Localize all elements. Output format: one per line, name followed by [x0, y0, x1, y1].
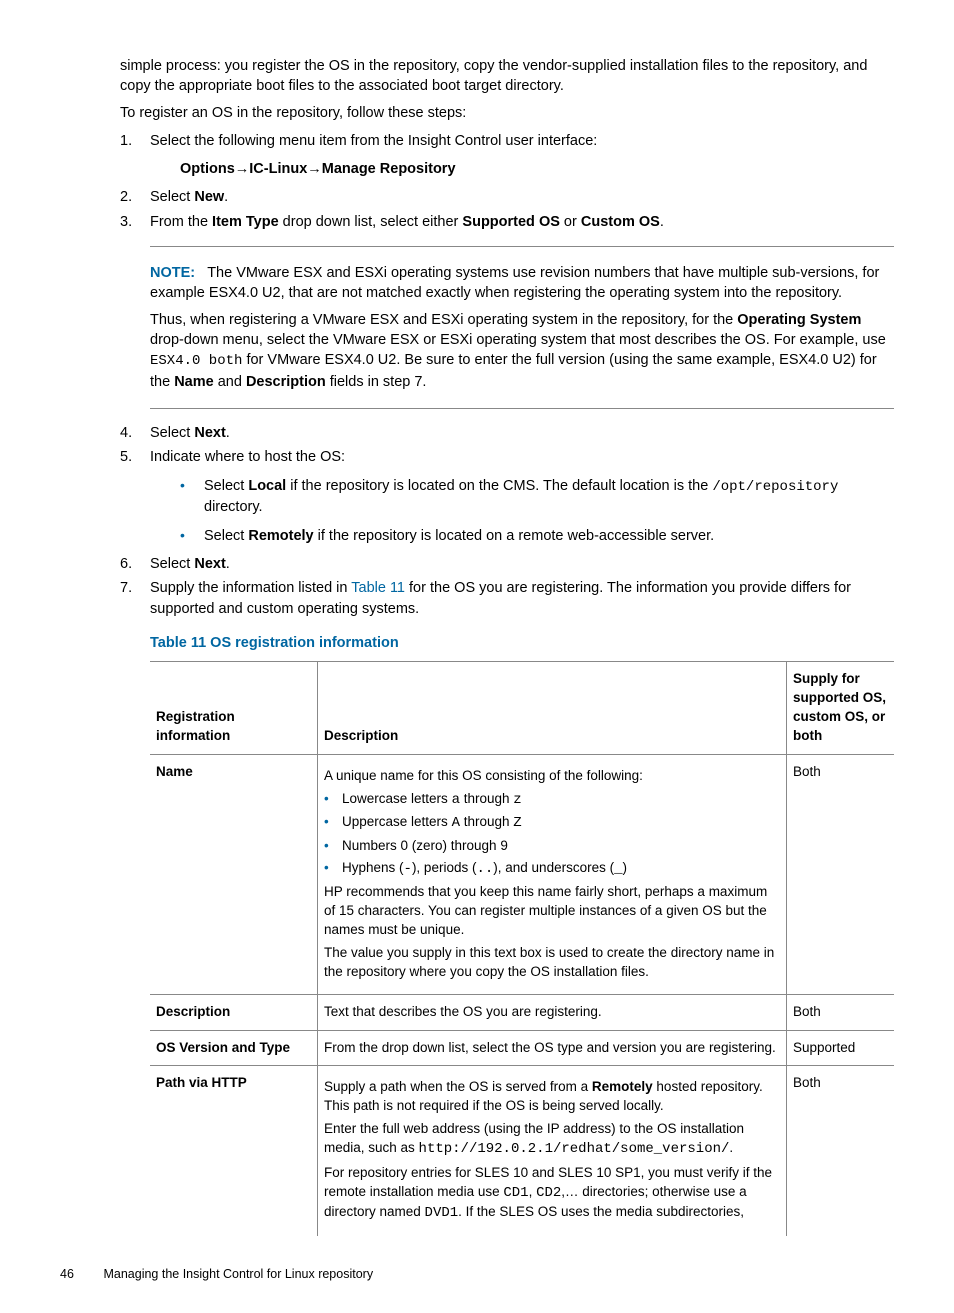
step-3: 3. From the Item Type drop down list, se… — [120, 212, 894, 232]
header-description: Description — [318, 662, 787, 755]
step-5-bullet-remotely: •Select Remotely if the repository is lo… — [180, 526, 894, 546]
page-content: simple process: you register the OS in t… — [120, 56, 894, 1236]
registration-table: Registration information Description Sup… — [150, 661, 894, 1236]
step-5-bullet-local: •Select Local if the repository is locat… — [180, 476, 894, 518]
steps-list-3: 4. Select Next. 5. Indicate where to hos… — [120, 423, 894, 468]
step-2: 2. Select New. — [120, 187, 894, 207]
table-title: Table 11 OS registration information — [150, 633, 894, 653]
steps-list-2: 2. Select New. 3. From the Item Type dro… — [120, 187, 894, 232]
table-row-path-http: Path via HTTP Supply a path when the OS … — [150, 1066, 894, 1236]
table-11-link[interactable]: Table 11 — [351, 580, 405, 596]
steps-list: 1. Select the following menu item from t… — [120, 131, 894, 151]
note-box: NOTE: The VMware ESX and ESXi operating … — [150, 246, 894, 409]
intro-paragraph-1: simple process: you register the OS in t… — [120, 56, 894, 97]
step-5: 5. Indicate where to host the OS: — [120, 447, 894, 467]
header-supply: Supply for supported OS, custom OS, or b… — [787, 662, 895, 755]
header-registration-info: Registration information — [150, 662, 318, 755]
page-footer: 46 Managing the Insight Control for Linu… — [60, 1266, 894, 1284]
step-1: 1. Select the following menu item from t… — [120, 131, 894, 151]
step-5-bullets: •Select Local if the repository is locat… — [180, 476, 894, 546]
table-row-os-version: OS Version and Type From the drop down l… — [150, 1030, 894, 1066]
table-row-description: Description Text that describes the OS y… — [150, 994, 894, 1030]
intro-paragraph-2: To register an OS in the repository, fol… — [120, 103, 894, 123]
footer-text: Managing the Insight Control for Linux r… — [103, 1267, 373, 1281]
steps-list-4: 6. Select Next. 7. Supply the informatio… — [120, 554, 894, 619]
note-label: NOTE: — [150, 265, 195, 281]
step-6: 6. Select Next. — [120, 554, 894, 574]
step-4: 4. Select Next. — [120, 423, 894, 443]
table-header-row: Registration information Description Sup… — [150, 662, 894, 755]
step-1-menu-path: Options→IC-Linux→Manage Repository — [180, 159, 894, 179]
step-7: 7. Supply the information listed in Tabl… — [120, 578, 894, 619]
page-number: 46 — [60, 1266, 100, 1284]
note-text-1: The VMware ESX and ESXi operating system… — [150, 265, 879, 301]
note-text-2: Thus, when registering a VMware ESX and … — [150, 310, 894, 392]
table-row-name: Name A unique name for this OS consistin… — [150, 754, 894, 994]
